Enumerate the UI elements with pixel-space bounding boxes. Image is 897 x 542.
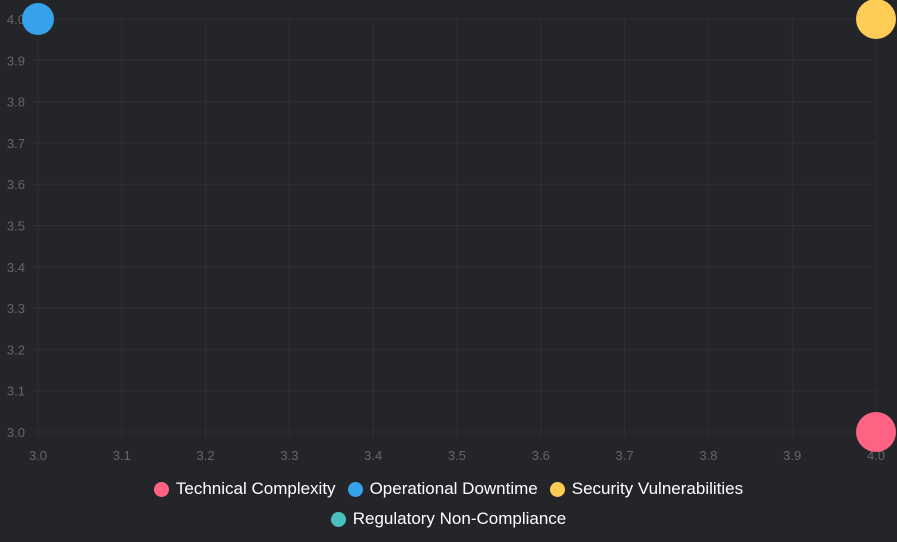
axis-ticks: 3.0 3.1 3.2 3.3 3.4 3.5 3.6 3.7 3.8 3.9 4.03.03.13… [7,12,885,463]
y-tick-label: 3.2 [7,342,25,357]
legend-swatch [153,481,169,497]
x-tick-label: 3.8 [699,448,717,463]
legend-item-technical-complexity[interactable]: Technical Complexity [153,479,336,499]
legend-item-security-vulnerabilities[interactable]: Security Vulnerabilities [549,479,744,499]
x-tick-label: 3.4 [364,448,382,463]
y-tick-label: 3.8 [7,95,25,110]
legend-label: Technical Complexity [175,479,336,498]
x-tick-label: 3.7 [616,448,634,463]
bubble-operational-downtime[interactable] [22,3,54,35]
legend-label: Operational Downtime [369,479,538,498]
y-tick-label: 3.5 [7,219,25,234]
grid-lines [32,18,877,438]
x-tick-label: 3.9 [783,448,801,463]
x-tick-label: 3.0 [29,448,47,463]
y-tick-label: 3.3 [7,301,25,316]
y-tick-label: 3.0 [7,425,25,440]
y-tick-label: 3.6 [7,177,25,192]
bubble-technical-complexity[interactable] [856,412,896,452]
legend-swatch [549,481,565,497]
x-tick-label: 3.2 [197,448,215,463]
legend-item-regulatory-non-compliance[interactable]: Regulatory Non-Compliance [330,509,567,529]
bubble-security-vulnerabilities[interactable] [856,0,896,39]
legend-row-2: Regulatory Non-Compliance [0,508,897,530]
legend-item-operational-downtime[interactable]: Operational Downtime [347,479,538,499]
legend-label: Security Vulnerabilities [571,479,744,498]
y-tick-label: 3.1 [7,384,25,399]
x-tick-label: 3.5 [448,448,466,463]
legend-row-1: Technical Complexity Operational Downtim… [0,478,897,500]
x-tick-label: 3.6 [532,448,550,463]
y-tick-label: 3.7 [7,136,25,151]
y-tick-label: 3.4 [7,260,25,275]
legend-swatch [330,511,346,527]
bubble-chart: 3.0 3.1 3.2 3.3 3.4 3.5 3.6 3.7 3.8 3.9 4.03.03.13… [7,0,896,463]
legend-swatch [347,481,363,497]
legend-label: Regulatory Non-Compliance [352,509,567,528]
x-tick-label: 3.1 [113,448,131,463]
y-tick-label: 3.9 [7,53,25,68]
x-tick-label: 3.3 [280,448,298,463]
